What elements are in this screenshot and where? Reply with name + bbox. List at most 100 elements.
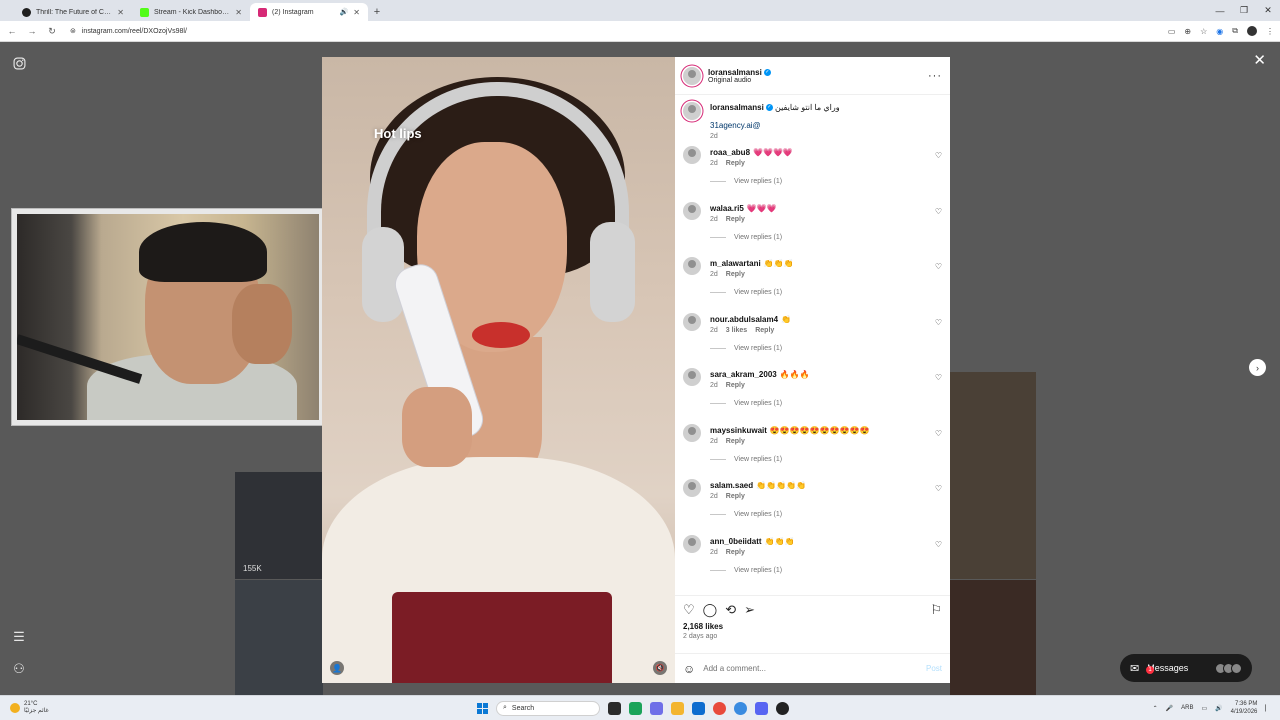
reply-button[interactable]: Reply <box>726 438 745 445</box>
tagged-users-icon[interactable]: 👤 <box>330 661 344 675</box>
feed-thumbnail[interactable] <box>950 372 1036 579</box>
back-icon[interactable]: ← <box>6 26 18 36</box>
view-replies-button[interactable]: View replies (1) <box>710 400 942 407</box>
emoji-icon[interactable]: ☺ <box>683 662 695 676</box>
menu-icon[interactable]: ⋮ <box>1266 27 1274 36</box>
avatar[interactable] <box>683 423 701 442</box>
view-replies-button[interactable]: View replies (1) <box>710 567 942 574</box>
forward-icon[interactable]: → <box>26 26 38 36</box>
taskview-icon[interactable] <box>608 701 621 715</box>
tab-close-icon[interactable]: ✕ <box>235 8 242 17</box>
extensions-icon[interactable]: ⧉ <box>1232 26 1238 36</box>
save-icon[interactable]: ⚐ <box>930 602 942 618</box>
comment-like-icon[interactable]: ♡ <box>935 540 942 549</box>
reply-button[interactable]: Reply <box>726 549 745 556</box>
discord-app-icon[interactable] <box>755 701 768 715</box>
zoom-icon[interactable]: ⊕ <box>1184 27 1191 36</box>
reply-button[interactable]: Reply <box>726 382 745 389</box>
comment-username[interactable]: nour.abdulsalam4 <box>710 315 778 324</box>
tab-kick[interactable]: Stream - Kick Dashboard ✕ <box>132 3 250 21</box>
reply-button[interactable]: Reply <box>726 271 745 278</box>
comment-username[interactable]: m_alawartani <box>710 259 761 268</box>
comment-username[interactable]: sara_akram_2003 <box>710 370 777 379</box>
avatar[interactable] <box>683 312 701 331</box>
repost-icon[interactable]: ⟲ <box>725 602 736 618</box>
view-replies-button[interactable]: View replies (1) <box>710 456 942 463</box>
like-icon[interactable]: ♡ <box>683 602 695 618</box>
reply-button[interactable]: Reply <box>726 493 745 500</box>
minimize-icon[interactable]: — <box>1208 0 1232 21</box>
obs-app-icon[interactable] <box>776 701 789 715</box>
comment-username[interactable]: mayssinkuwait <box>710 426 767 435</box>
avatar[interactable] <box>683 201 701 220</box>
start-icon[interactable] <box>477 702 488 714</box>
feed-thumbnail[interactable]: 155K <box>235 472 323 579</box>
messages-button[interactable]: ✉ 1 Messages <box>1120 654 1252 682</box>
tab-crypto[interactable]: Thrill: The Future of Crypto Casino ✕ <box>14 3 132 21</box>
comment-username[interactable]: ann_0beiidatt <box>710 537 762 546</box>
reel-video[interactable]: Hot lips 👤 🔇 <box>322 57 675 683</box>
cast-icon[interactable]: ▭ <box>1168 27 1176 36</box>
avatar[interactable] <box>683 102 701 120</box>
meta-icon[interactable]: ⚇ <box>11 661 27 677</box>
comment-like-icon[interactable]: ♡ <box>935 207 942 216</box>
profile-icon[interactable] <box>1247 26 1257 36</box>
avatar[interactable] <box>683 66 701 85</box>
instagram-logo-icon[interactable] <box>11 55 27 71</box>
next-post-icon[interactable]: › <box>1249 359 1266 376</box>
weather-widget[interactable]: 21°C غائم جزئيًا <box>0 701 200 715</box>
audio-label[interactable]: Original audio <box>708 77 771 84</box>
caption-link[interactable]: 31agency.ai@ <box>710 121 840 130</box>
xbox-app-icon[interactable] <box>629 701 642 715</box>
avatar[interactable] <box>683 146 701 164</box>
reply-button[interactable]: Reply <box>726 216 745 223</box>
mute-icon[interactable]: 🔇 <box>653 661 667 675</box>
site-info-icon[interactable]: ⊜ <box>70 27 76 35</box>
reply-button[interactable]: Reply <box>726 160 745 167</box>
likes-count[interactable]: 2,168 likes <box>683 622 942 631</box>
language-indicator[interactable]: ARB <box>1181 705 1193 711</box>
chrome-app-icon[interactable] <box>713 701 726 715</box>
file-explorer-icon[interactable] <box>671 701 684 715</box>
close-modal-icon[interactable]: ✕ <box>1253 51 1266 69</box>
comment-icon[interactable]: ◯ <box>703 602 718 618</box>
comment-username[interactable]: roaa_abu8 <box>710 148 750 157</box>
comment-input[interactable]: Add a comment... <box>703 664 766 673</box>
view-replies-button[interactable]: View replies (1) <box>710 345 942 352</box>
share-icon[interactable]: ➢ <box>744 602 755 618</box>
tab-close-icon[interactable]: ✕ <box>353 8 360 17</box>
tab-close-icon[interactable]: ✕ <box>117 8 124 17</box>
audio-indicator-icon[interactable]: ◉ <box>1216 27 1223 36</box>
notifications-icon[interactable]: ▏ <box>1265 705 1270 712</box>
more-menu-icon[interactable]: ☰ <box>11 629 27 645</box>
view-replies-button[interactable]: View replies (1) <box>710 234 942 241</box>
view-replies-button[interactable]: View replies (1) <box>710 289 942 296</box>
avatar[interactable] <box>683 257 701 275</box>
feed-thumbnail[interactable] <box>950 580 1036 695</box>
microphone-icon[interactable]: 🎤 <box>1166 705 1173 712</box>
maximize-icon[interactable]: ❐ <box>1232 0 1256 21</box>
comment-like-icon[interactable]: ♡ <box>935 318 942 327</box>
comment-like-icon[interactable]: ♡ <box>935 151 942 160</box>
comment-like-icon[interactable]: ♡ <box>935 484 942 493</box>
tab-audio-icon[interactable]: 🔊 <box>340 8 349 16</box>
close-window-icon[interactable]: ✕ <box>1256 0 1280 21</box>
comment-like-icon[interactable]: ♡ <box>935 373 942 382</box>
store-app-icon[interactable] <box>692 701 705 715</box>
feed-thumbnail[interactable] <box>235 580 323 695</box>
address-bar[interactable]: ⊜ instagram.com/reel/DXOzojVs98l/ <box>66 23 1106 39</box>
edge-app-icon[interactable] <box>734 701 747 715</box>
copilot-app-icon[interactable] <box>650 701 663 715</box>
author-username[interactable]: loransalmansi <box>708 68 762 77</box>
clock[interactable]: 7:36 PM 4/19/2026 <box>1231 700 1258 716</box>
more-options-icon[interactable]: ··· <box>928 70 942 82</box>
comment-username[interactable]: salam.saed <box>710 481 753 490</box>
avatar[interactable] <box>683 479 701 497</box>
comment-username[interactable]: walaa.ri5 <box>710 204 744 213</box>
avatar[interactable] <box>683 534 701 553</box>
volume-icon[interactable]: 🔊 <box>1215 705 1222 712</box>
tray-chevron-icon[interactable]: ⌃ <box>1153 705 1158 712</box>
reload-icon[interactable]: ↻ <box>46 26 58 37</box>
comment-like-icon[interactable]: ♡ <box>935 262 942 271</box>
bookmark-star-icon[interactable]: ☆ <box>1200 27 1207 36</box>
